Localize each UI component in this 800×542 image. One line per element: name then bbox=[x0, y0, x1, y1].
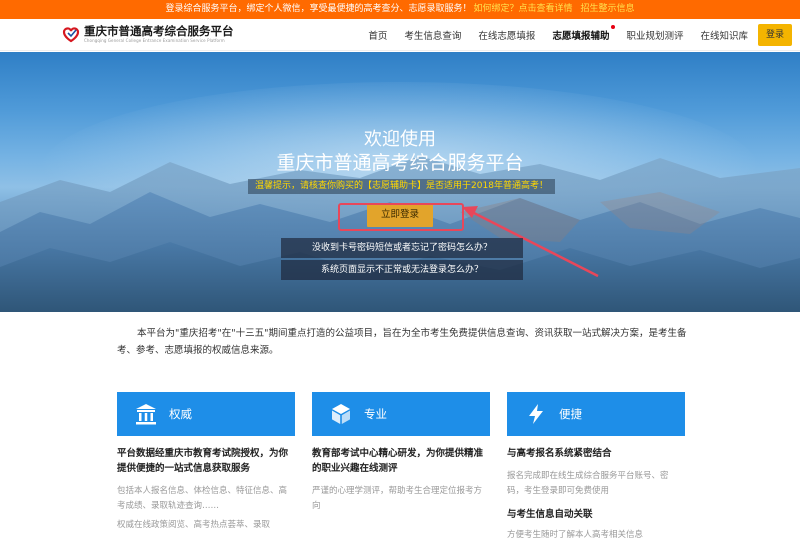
new-indicator-dot bbox=[611, 25, 616, 29]
card-text: 严谨的心理学测评，帮助考生合理定位报考方向 bbox=[312, 486, 483, 511]
site-logo[interactable]: 重庆市普通高考综合服务平台 Chongqing General College … bbox=[62, 25, 234, 44]
card-header: 便捷 bbox=[507, 392, 685, 436]
nav-item-student-info[interactable]: 考生信息查询 bbox=[404, 28, 461, 42]
card-title: 便捷 bbox=[559, 407, 582, 421]
card-header: 权威 bbox=[117, 392, 295, 436]
card-title: 专业 bbox=[364, 407, 387, 421]
card-title: 权威 bbox=[169, 407, 192, 421]
logo-icon bbox=[62, 26, 80, 44]
nav-item-application-assist[interactable]: 志愿填报辅助 bbox=[552, 25, 616, 42]
logo-subtitle: Chongqing General College Entrance Exami… bbox=[84, 38, 225, 43]
cube-icon bbox=[332, 404, 350, 424]
bind-wechat-link[interactable]: 如何绑定？点击查看详情 bbox=[473, 4, 572, 14]
card-text-secondary: 权威在线政策阅览、高考热点荟萃、录取 bbox=[117, 520, 271, 530]
announcement-text: 登录综合服务平台，绑定个人微信，享受最便捷的高考查分、志愿录取服务！ bbox=[165, 4, 472, 14]
enrollment-info-link[interactable]: 招生整示信息 bbox=[581, 4, 635, 14]
card-header: 专业 bbox=[312, 392, 490, 436]
card-text-secondary: 方便考生随时了解本人高考相关信息 bbox=[507, 530, 644, 540]
nav-item-home[interactable]: 首页 bbox=[368, 28, 387, 42]
card-heading: 与高考报名系统紧密结合 bbox=[507, 448, 612, 459]
login-issue-help[interactable]: 系统页面显示不正常或无法登录怎么办？ bbox=[281, 260, 523, 280]
feature-card-professional: 专业 教育部考试中心精心研发，为你提供精准的职业兴趣在线测评 严谨的心理学测评，… bbox=[312, 392, 490, 542]
nav-item-application-assist-label: 志愿填报辅助 bbox=[552, 31, 610, 42]
feature-cards: 权威 平台数据经重庆市教育考试院授权，为你提供便捷的一站式信息获取服务 包括本人… bbox=[117, 392, 685, 542]
card-heading: 教育部考试中心精心研发，为你提供精准的职业兴趣在线测评 bbox=[312, 448, 484, 474]
card-heading-secondary: 与考生信息自动关联 bbox=[507, 509, 593, 520]
logo-title: 重庆市普通高考综合服务平台 bbox=[84, 24, 234, 38]
nav-item-knowledge-base[interactable]: 在线知识库 bbox=[700, 28, 748, 42]
card-heading: 平台数据经重庆市教育考试院授权，为你提供便捷的一站式信息获取服务 bbox=[117, 448, 289, 474]
lightning-icon bbox=[529, 404, 543, 424]
building-icon bbox=[136, 404, 156, 425]
nav-item-online-application[interactable]: 在线志愿填报 bbox=[478, 28, 535, 42]
card-text: 报名完成即在线生成综合服务平台账号、密码，考生登录即可免费使用 bbox=[507, 471, 669, 496]
nav-menu: 首页 考生信息查询 在线志愿填报 志愿填报辅助 职业规划测评 在线知识库 登录 bbox=[368, 19, 792, 51]
feature-card-authority: 权威 平台数据经重庆市教育考试院授权，为你提供便捷的一站式信息获取服务 包括本人… bbox=[117, 392, 295, 542]
announcement-bar: 登录综合服务平台，绑定个人微信，享受最便捷的高考查分、志愿录取服务！ 如何绑定？点… bbox=[0, 0, 800, 19]
hero-banner: 欢迎使用 重庆市普通高考综合服务平台 温馨提示，请核查你购买的【志愿辅助卡】是否… bbox=[0, 52, 800, 312]
main-navbar: 重庆市普通高考综合服务平台 Chongqing General College … bbox=[0, 19, 800, 51]
intro-paragraph: 本平台为"重庆招考"在"十三五"期间重点打造的公益项目，旨在为全市考生免费提供信… bbox=[117, 328, 687, 356]
login-button[interactable]: 登录 bbox=[757, 24, 792, 46]
forgot-password-help[interactable]: 没收到卡号密码短信或者忘记了密码怎么办？ bbox=[281, 238, 523, 258]
nav-item-career-assessment[interactable]: 职业规划测评 bbox=[626, 28, 683, 42]
card-text: 包括本人报名信息、体检信息、特征信息、高考成绩、录取轨迹查询…… bbox=[117, 486, 288, 511]
feature-card-convenient: 便捷 与高考报名系统紧密结合 报名完成即在线生成综合服务平台账号、密码，考生登录… bbox=[507, 392, 685, 542]
